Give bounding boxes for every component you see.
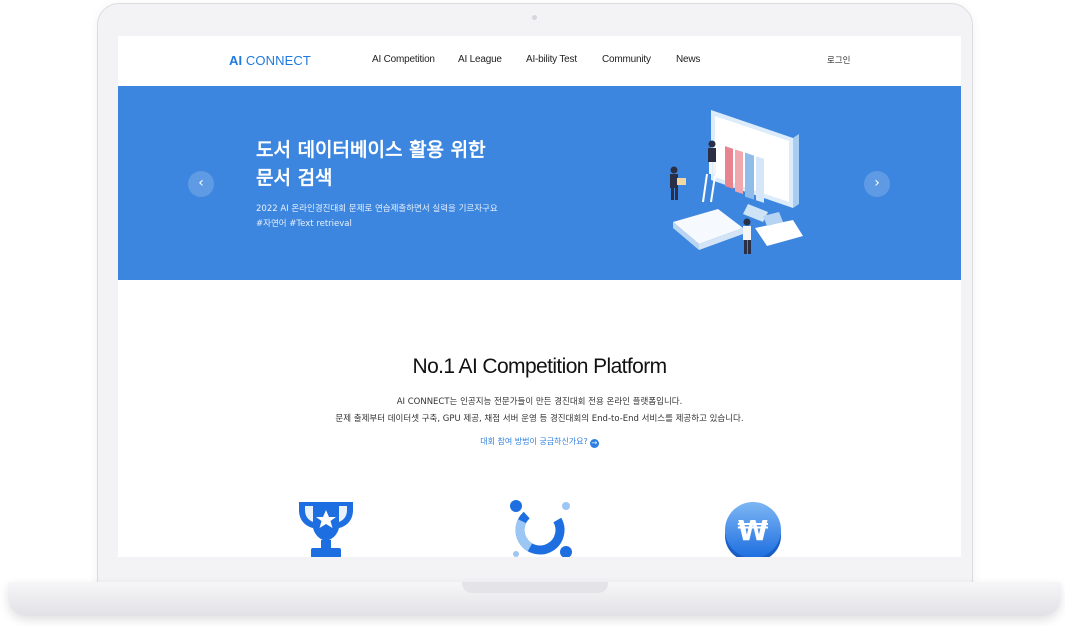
laptop-base-notch <box>462 582 608 593</box>
participation-guide-text: 대회 참여 방법이 궁금하신가요? <box>480 437 588 446</box>
carousel-prev-button[interactable]: ‹ <box>188 171 214 197</box>
browser-screen: AI CONNECT AI Competition AI League AI-b… <box>118 36 961 557</box>
section-title: No.1 AI Competition Platform <box>412 355 668 378</box>
site-header: AI CONNECT AI Competition AI League AI-b… <box>118 36 961 86</box>
nav-community[interactable]: Community <box>602 54 651 65</box>
hero-title: 도서 데이터베이스 활용 위한 문서 검색 <box>256 139 486 189</box>
logo-bold: AI <box>229 53 243 68</box>
nav-ai-competition[interactable]: AI Competition <box>372 54 435 65</box>
intro-description-line2: 문제 출제부터 데이터셋 구축, GPU 제공, 채점 서버 운영 등 경진대회… <box>335 414 744 424</box>
hero-tags: #자연어 #Text retrieval <box>256 219 352 229</box>
arrow-right-circle-icon: → <box>589 439 599 448</box>
won-coin-icon: ₩ <box>725 502 781 557</box>
hero-subtitle: 2022 AI 온라인경진대회 문제로 연습제출하면서 실력을 기르자구요 <box>256 204 498 214</box>
nav-ai-league[interactable]: AI League <box>458 54 502 65</box>
connect-ring-icon <box>510 500 572 557</box>
intro-description-line1: AI CONNECT는 인공지능 전문가들이 만든 경진대회 전용 온라인 플랫… <box>396 397 683 407</box>
logo-text: CONNECT <box>242 53 311 68</box>
login-link[interactable]: 로그인 <box>827 54 850 66</box>
chevron-left-icon: ‹ <box>198 175 204 191</box>
nav-news[interactable]: News <box>676 54 700 65</box>
nav-ai-bility-test[interactable]: AI-bility Test <box>526 54 577 65</box>
svg-text:₩: ₩ <box>738 514 769 547</box>
chevron-right-icon: › <box>874 175 880 191</box>
laptop-camera <box>532 15 537 20</box>
site-logo[interactable]: AI CONNECT <box>229 53 311 68</box>
trophy-icon <box>299 502 353 557</box>
library-search-illustration <box>670 110 803 254</box>
participation-guide-link[interactable]: 대회 참여 방법이 궁금하신가요? → <box>118 436 961 448</box>
carousel-next-button[interactable]: › <box>864 171 890 197</box>
hero-banner: ‹ › 도서 데이터베이스 활용 위한 문서 검색 2022 AI 온라인경진대… <box>118 86 961 280</box>
